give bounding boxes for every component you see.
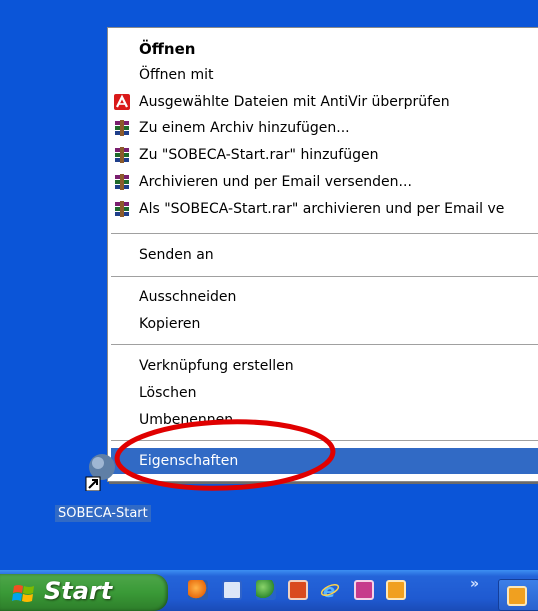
taskbar-button[interactable] [498,579,538,611]
media-icon[interactable] [288,580,308,600]
windows-flag-icon [12,585,34,602]
desktop: Öffnen Öffnen mit Ausgewählte Dateien mi… [0,0,538,611]
menu-separator [111,233,538,234]
menu-item-label: Öffnen [139,40,196,58]
desktop-icon-label[interactable]: SOBECA-Start [55,505,151,522]
menu-item-label: Öffnen mit [139,67,214,83]
menu-item-label: Ausgewählte Dateien mit AntiVir überprüf… [139,94,450,110]
menu-item-open-with[interactable]: Öffnen mit [111,62,538,88]
taskbar: Start e » [0,570,538,611]
menu-item-cut[interactable]: Ausschneiden [111,284,538,310]
menu-item-antivir-scan[interactable]: Ausgewählte Dateien mit AntiVir überprüf… [111,89,538,115]
menu-item-copy[interactable]: Kopieren [111,311,538,337]
menu-item-label: Eigenschaften [139,453,239,469]
winrar-icon [115,174,129,190]
menu-item-label: Kopieren [139,316,201,332]
menu-item-label: Ausschneiden [139,289,237,305]
menu-item-create-shortcut[interactable]: Verknüpfung erstellen [111,353,538,379]
shortcut-icon[interactable] [80,451,120,491]
menu-separator [111,276,538,277]
menu-item-archive-email[interactable]: Archivieren und per Email versenden... [111,169,538,195]
firefox-icon[interactable] [188,580,208,600]
menu-separator [111,344,538,345]
svg-text:e: e [323,581,335,600]
paint-icon[interactable] [354,580,374,600]
menu-item-properties[interactable]: Eigenschaften [111,448,538,474]
antivir-icon [114,94,130,110]
overflow-chevron[interactable]: » [470,576,479,592]
winrar-icon [115,201,129,217]
menu-item-open[interactable]: Öffnen [111,36,538,62]
menu-item-rar-email[interactable]: Als "SOBECA-Start.rar" archivieren und p… [111,196,538,222]
menu-item-rename[interactable]: Umbenennen [111,407,538,433]
menu-item-delete[interactable]: Löschen [111,380,538,406]
start-label: Start [44,577,113,605]
clock-icon[interactable] [386,580,406,600]
start-button[interactable]: Start [0,574,168,611]
menu-item-add-to-archive[interactable]: Zu einem Archiv hinzufügen... [111,115,538,141]
clock-icon [507,586,527,606]
window-icon[interactable] [222,580,242,600]
winrar-icon [115,147,129,163]
menu-item-label: Archivieren und per Email versenden... [139,174,412,190]
menu-item-label: Zu einem Archiv hinzufügen... [139,120,350,136]
winrar-icon [115,120,129,136]
menu-separator [111,440,538,441]
context-menu: Öffnen Öffnen mit Ausgewählte Dateien mi… [107,27,538,482]
menu-item-label: Senden an [139,247,214,263]
internet-explorer-icon: e [320,581,340,602]
messenger-icon[interactable] [256,580,276,600]
menu-item-add-to-rar[interactable]: Zu "SOBECA-Start.rar" hinzufügen [111,142,538,168]
menu-item-label: Zu "SOBECA-Start.rar" hinzufügen [139,147,379,163]
menu-item-label: Als "SOBECA-Start.rar" archivieren und p… [139,201,505,217]
ie-icon[interactable]: e [320,580,340,602]
menu-item-label: Verknüpfung erstellen [139,358,294,374]
menu-item-label: Löschen [139,385,197,401]
menu-item-label: Umbenennen [139,412,234,428]
menu-item-send-to[interactable]: Senden an [111,242,538,268]
